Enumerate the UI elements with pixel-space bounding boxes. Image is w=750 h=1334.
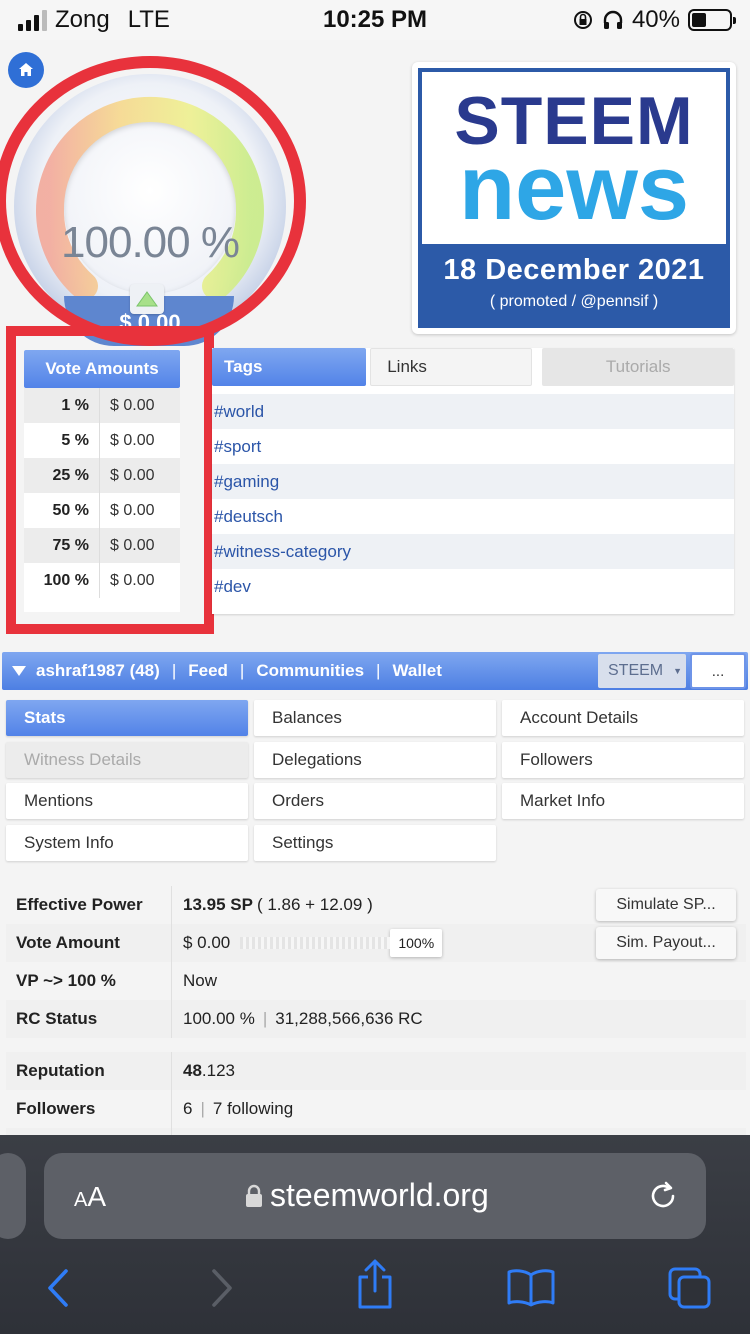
news-date: 18 December 2021 [443,254,705,286]
bookmarks-icon[interactable] [506,1267,556,1307]
url-text: steemworld.org [270,1177,489,1213]
tab-tags[interactable]: Tags [212,348,367,386]
tab-links[interactable]: Links [370,348,533,386]
menu-market-info[interactable]: Market Info [502,783,744,819]
status-bar: Zong LTE 10:25 PM 40% [0,0,750,40]
forward-icon[interactable] [206,1265,236,1311]
currency-select[interactable]: STEEM ▼ [598,654,686,688]
tag-link-dev[interactable]: #dev [212,569,734,604]
stat-vote-amount: Vote Amount $ 0.00 100% Sim. Payout... [6,924,746,962]
headphones-icon [603,10,623,29]
vote-weight-slider[interactable] [240,937,391,949]
menu-orders[interactable]: Orders [254,783,496,819]
battery-icon [688,9,736,31]
reload-icon[interactable] [646,1179,680,1213]
stat-vp: VP ~> 100 % Now [6,962,746,1000]
tag-link-deutsch[interactable]: #deutsch [212,499,734,534]
menu-mentions[interactable]: Mentions [6,783,248,819]
tag-link-gaming[interactable]: #gaming [212,464,734,499]
wallet-link[interactable]: Wallet [392,661,441,681]
home-icon [19,63,33,76]
stat-rc-status: RC Status 100.00 % | 31,288,566,636 RC [6,1000,746,1038]
share-icon[interactable] [354,1259,396,1311]
menu-system-info[interactable]: System Info [6,825,248,861]
tab-tutorials[interactable]: Tutorials [542,348,734,386]
lock-icon [246,1184,262,1207]
address-bar[interactable]: AA steemworld.org [44,1153,706,1239]
feed-link[interactable]: Feed [188,661,228,681]
menu-account-details[interactable]: Account Details [502,700,744,736]
steem-news-logo: STEEM news [422,72,726,244]
stat-followers: Followers 6 | 7 following [6,1090,746,1128]
rotation-lock-icon [573,11,592,29]
browser-toolbar [0,1257,750,1321]
highlight-box [6,326,214,634]
steemworld-page: 100.00 % $ 0.00 STEEM news 18 December 2… [0,40,750,1135]
tag-link-sport[interactable]: #sport [212,429,734,464]
dropdown-triangle-icon[interactable] [12,666,26,676]
tag-link-world[interactable]: #world [212,394,734,429]
menu-delegations[interactable]: Delegations [254,742,496,778]
stat-reputation: Reputation 48.123 [6,1052,746,1090]
reader-options-button[interactable]: AA [74,1181,106,1213]
caret-down-icon: ▼ [673,666,683,676]
steem-news-banner[interactable]: STEEM news 18 December 2021 ( promoted /… [412,62,736,334]
voting-power-gauge: 100.00 % $ 0.00 [0,56,306,346]
battery-percent: 40% [631,6,680,33]
menu-balances[interactable]: Balances [254,700,496,736]
tabs-icon[interactable] [666,1265,714,1311]
stat-effective-power: Effective Power 13.95 SP( 1.86 + 12.09 )… [6,886,746,924]
username-link[interactable]: ashraf1987 (48) [36,661,160,681]
slider-handle[interactable]: 100% [390,929,443,957]
simulate-sp-button[interactable]: Simulate SP... [596,889,736,921]
tag-link-witness-category[interactable]: #witness-category [212,534,734,569]
back-icon[interactable] [44,1265,74,1311]
menu-witness-details[interactable]: Witness Details [6,742,248,778]
previous-tab-preview[interactable] [0,1153,26,1239]
user-nav-bar: ashraf1987 (48) | Feed | Communities | W… [2,652,748,690]
safari-bottom-bar: AA steemworld.org [0,1135,750,1334]
menu-followers[interactable]: Followers [502,742,744,778]
sim-payout-button[interactable]: Sim. Payout... [596,927,736,959]
highlight-circle [0,56,306,346]
communities-link[interactable]: Communities [256,661,364,681]
menu-stats[interactable]: Stats [6,700,248,736]
more-button[interactable]: ... [690,653,746,689]
news-promo: ( promoted / @pennsif ) [489,293,659,310]
home-button[interactable] [8,52,44,88]
menu-settings[interactable]: Settings [254,825,496,861]
stat-row-partial [6,1128,746,1135]
tags-panel: Tags Links Tutorials #world #sport #gami… [212,348,734,614]
